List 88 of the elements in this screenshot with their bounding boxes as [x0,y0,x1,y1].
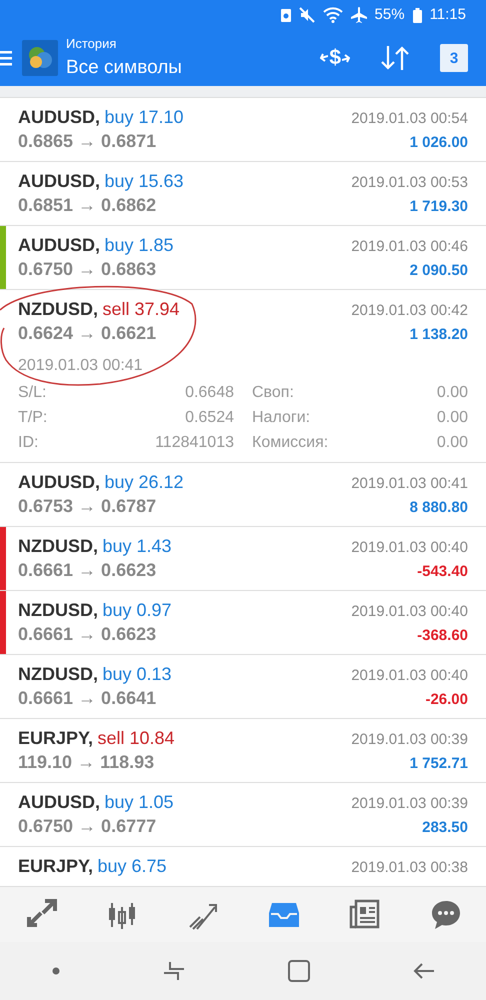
open-time: 2019.01.03 00:41 [18,356,144,376]
trade-time: 2019.01.03 00:40 [351,602,468,622]
detail-label: ID: [18,433,38,453]
trade-prices: 0.6661 → 0.6623 [18,559,156,582]
trade-time: 2019.01.03 00:53 [351,173,468,193]
trade-prices: 0.6750 → 0.6863 [18,258,156,281]
battery-saver-icon [280,8,291,22]
trade-prices: 119.10 → 118.93 [18,751,154,774]
currency-exchange-button[interactable]: $ [320,42,350,74]
trade-time: 2019.01.03 00:40 [351,538,468,558]
trade-prices: 0.6661 → 0.6641 [18,687,156,710]
airplane-icon [350,7,367,23]
trade-prices: 0.6661 → 0.6623 [18,623,156,646]
trade-profit: -26.00 [425,690,468,710]
detail-label: S/L: [18,383,46,403]
trade-action: buy 6.75 [98,856,167,876]
detail-label: Комиссия: [252,433,328,453]
home-dot-icon[interactable] [52,967,60,975]
trade-symbol: AUDUSD, [18,235,100,255]
screen-subtitle: История [66,35,118,53]
trade-symbol: AUDUSD, [18,792,100,812]
trade-profit: 1 138.20 [410,325,468,345]
trade-symbol: NZDUSD, [18,299,98,319]
arrow-icon [342,53,350,63]
trade-profit: 1 719.30 [410,197,468,217]
detail-value: 0.00 [436,383,468,403]
trade-prices: 0.6624 → 0.6621 [18,322,156,345]
trade-symbol: AUDUSD, [18,171,100,191]
detail-label: T/P: [18,408,48,428]
trade-symbol: EURJPY, [18,728,94,748]
trade-action: buy 1.05 [104,792,174,812]
trade-action: buy 1.43 [102,536,172,556]
battery-icon [412,8,422,22]
detail-value: 0.00 [436,408,468,428]
trade-action: buy 17.10 [104,107,184,127]
detail-label: Своп: [252,383,294,403]
trade-symbol: NZDUSD, [18,664,98,684]
trade-symbol: NZDUSD, [18,600,98,620]
detail-label: Налоги: [252,408,310,428]
clock: 11:15 [430,4,466,25]
trade-time: 2019.01.03 00:40 [351,666,468,686]
trade-prices: 0.6865 → 0.6871 [18,130,156,153]
trade-time: 2019.01.03 00:39 [351,794,468,814]
trade-action: sell 10.84 [98,728,175,748]
app-logo-icon [22,40,58,76]
trade-prices: 0.6750 → 0.6777 [18,815,156,838]
trade-symbol: AUDUSD, [18,107,100,127]
battery-level: 55% [374,4,405,25]
chat-icon[interactable] [430,898,462,930]
trade-profit: -368.60 [417,626,468,646]
trade-action: buy 15.63 [104,171,184,191]
newspaper-icon[interactable] [348,898,380,930]
trade-profit: 1 026.00 [410,133,468,153]
trade-action: buy 26.12 [104,472,184,492]
trade-profit: 8 880.80 [410,498,468,518]
menu-icon[interactable] [0,50,12,66]
trade-time: 2019.01.03 00:39 [351,730,468,750]
trade-profit: 2 090.50 [410,261,468,281]
trade-time: 2019.01.03 00:46 [351,237,468,257]
trade-symbol: NZDUSD, [18,536,98,556]
trade-symbol: AUDUSD, [18,472,100,492]
back-icon[interactable] [412,963,434,979]
trade-action: buy 1.85 [104,235,174,255]
wifi-icon [322,7,343,23]
detail-value: 0.6524 [185,408,234,428]
sort-icon[interactable] [380,44,410,72]
trade-profit: 1 752.71 [410,754,468,774]
screen-title: Все символы [66,56,182,80]
trade-prices: 0.6753 → 0.6787 [18,495,156,518]
trade-action: buy 0.97 [102,600,172,620]
detail-value: 112841013 [155,433,234,453]
trade-profit: 283.50 [422,818,468,838]
trade-time: 2019.01.03 00:41 [351,474,468,494]
home-icon[interactable] [288,960,310,982]
recent-apps-icon[interactable] [162,961,184,981]
detail-value: 0.6648 [185,383,234,403]
trade-action: sell 37.94 [102,299,180,319]
trade-time: 2019.01.03 00:42 [351,301,468,321]
trade-time: 2019.01.03 00:38 [351,858,468,878]
trade-symbol: EURJPY, [18,856,94,876]
detail-value: 0.00 [436,433,468,453]
trade-profit: -543.40 [417,562,468,582]
mute-icon [298,7,315,23]
trade-prices: 0.6851 → 0.6862 [18,194,156,217]
calendar-button[interactable]: 3 [440,44,468,72]
trade-action: buy 0.13 [102,664,172,684]
trade-time: 2019.01.03 00:54 [351,109,468,129]
arrow-icon [320,53,328,63]
